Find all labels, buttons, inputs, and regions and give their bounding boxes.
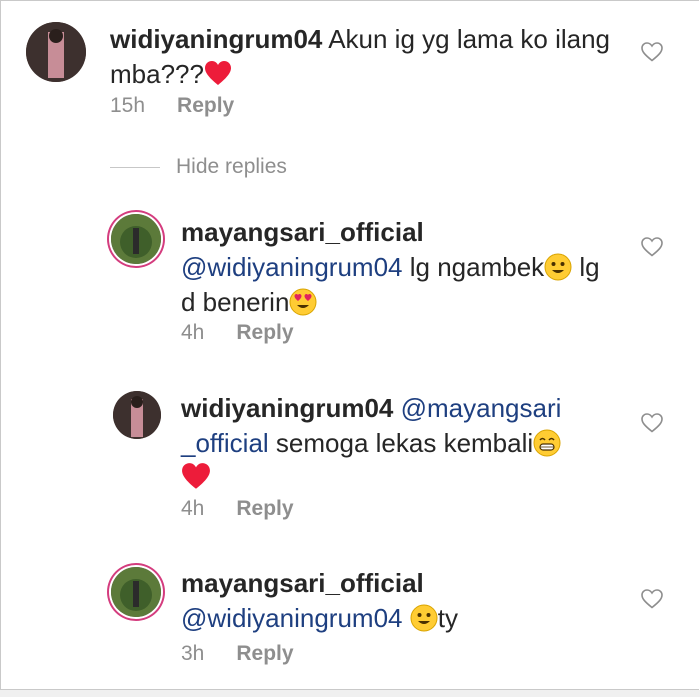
comment-meta: 3h Reply <box>181 642 294 666</box>
reply-button[interactable]: Reply <box>236 321 293 345</box>
comment-body: mayangsari_official @widiyaningrum04 ty <box>181 566 631 636</box>
heart-outline-icon[interactable] <box>641 413 663 433</box>
mention-link[interactable]: @mayangsari <box>401 393 562 423</box>
smile-emoji <box>544 253 572 281</box>
heart-eyes-emoji <box>289 288 317 316</box>
heart-outline-icon[interactable] <box>641 589 663 609</box>
comment-time: 4h <box>181 321 205 344</box>
heart-outline-icon[interactable] <box>641 42 663 62</box>
comment-body: mayangsari_official @widiyaningrum04 lg … <box>181 215 631 320</box>
grin-emoji <box>533 429 561 457</box>
comment-meta: 4h Reply <box>181 497 294 521</box>
heart-emoji <box>182 463 210 489</box>
hide-replies-line <box>110 166 160 168</box>
heart-outline-icon[interactable] <box>641 237 663 257</box>
hide-replies-row[interactable]: Hide replies <box>110 155 287 179</box>
mention-link[interactable]: _official <box>181 428 269 458</box>
hide-replies-button[interactable]: Hide replies <box>176 155 287 179</box>
avatar[interactable] <box>111 214 161 264</box>
comment-time: 15h <box>110 94 146 117</box>
comment-username[interactable]: mayangsari_official <box>181 217 424 247</box>
comment-time: 4h <box>181 497 205 520</box>
comment-text: d benerin <box>181 287 290 317</box>
comment-body: widiyaningrum04 @mayangsari _official se… <box>181 391 631 496</box>
comment-username[interactable]: widiyaningrum04 <box>181 393 393 423</box>
reply-button[interactable]: Reply <box>236 497 293 521</box>
comment-text: lg ngambek <box>409 252 545 282</box>
comment-text: lg <box>579 252 600 282</box>
comment-meta: 4h Reply <box>181 321 294 345</box>
avatar[interactable] <box>113 391 161 439</box>
mention-link[interactable]: @widiyaningrum04 <box>181 603 403 633</box>
heart-emoji <box>204 61 231 85</box>
comment-meta: 15h Reply <box>110 94 234 118</box>
avatar[interactable] <box>26 22 86 82</box>
smile-emoji <box>410 604 438 632</box>
comment-time: 3h <box>181 642 205 665</box>
comment-text: ty <box>437 603 458 633</box>
comment-text: semoga lekas kembali <box>275 428 534 458</box>
mention-link[interactable]: @widiyaningrum04 <box>181 252 403 282</box>
bottom-divider <box>0 690 700 697</box>
comment-username[interactable]: widiyaningrum04 <box>110 24 322 54</box>
avatar[interactable] <box>111 567 161 617</box>
comment-text: Akun ig yg lama ko ilang <box>328 24 611 54</box>
comment-text: mba??? <box>110 59 204 89</box>
reply-button[interactable]: Reply <box>236 642 293 666</box>
comment-body: widiyaningrum04 Akun ig yg lama ko ilang… <box>110 22 630 92</box>
comment-username[interactable]: mayangsari_official <box>181 568 424 598</box>
reply-button[interactable]: Reply <box>177 94 234 118</box>
